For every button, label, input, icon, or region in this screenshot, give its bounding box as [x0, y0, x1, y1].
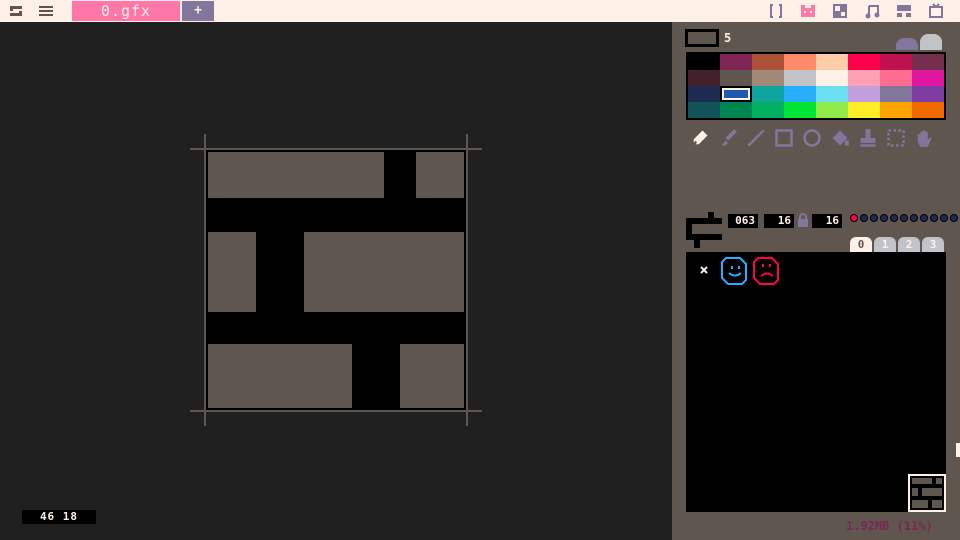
sprite-flag-6[interactable]	[910, 214, 918, 222]
palette-swatch[interactable]	[912, 86, 944, 102]
rectangle-icon[interactable]	[774, 128, 794, 148]
happy-face-sprite-icon[interactable]	[720, 254, 752, 286]
palette-swatch[interactable]	[720, 102, 752, 118]
palette-swatch[interactable]	[752, 70, 784, 86]
palette-swatch[interactable]	[688, 70, 720, 86]
sprite-flag-3[interactable]	[880, 214, 888, 222]
palette-swatch[interactable]	[688, 102, 720, 118]
sprite-flag-4[interactable]	[890, 214, 898, 222]
sprite-sheet[interactable]	[686, 252, 946, 512]
scroll-handle[interactable]	[955, 442, 960, 458]
palette-swatch[interactable]	[912, 70, 944, 86]
brush-icon[interactable]	[718, 128, 738, 148]
palette-swatch[interactable]	[752, 102, 784, 118]
pico-logo-icon[interactable]	[8, 3, 24, 19]
sprite-flag-8[interactable]	[930, 214, 938, 222]
palette-swatch[interactable]	[752, 86, 784, 102]
menu-icon[interactable]	[38, 3, 54, 19]
add-tab-button[interactable]: +	[182, 1, 214, 21]
sprite-flag-5[interactable]	[900, 214, 908, 222]
bank-tab-2[interactable]: 2	[898, 237, 920, 253]
canvas-tile	[304, 232, 464, 312]
palette-swatch[interactable]	[720, 70, 752, 86]
sfx-icon[interactable]	[896, 3, 912, 19]
sprite-flag-2[interactable]	[870, 214, 878, 222]
palette-swatch[interactable]	[688, 54, 720, 70]
sprite-width-field[interactable]: 16	[764, 214, 794, 228]
sprite-editor-icon[interactable]	[800, 3, 816, 19]
canvas-tile	[208, 344, 352, 408]
color-palette	[686, 52, 946, 120]
palette-swatch[interactable]	[848, 70, 880, 86]
palette-swatch[interactable]	[784, 54, 816, 70]
tool-bar	[690, 128, 946, 148]
palette-swatch[interactable]	[816, 86, 848, 102]
sprite-flag-7[interactable]	[920, 214, 928, 222]
sprite-flag-0[interactable]	[850, 214, 858, 222]
sprite-flag-1[interactable]	[860, 214, 868, 222]
sprite-canvas[interactable]	[206, 150, 466, 410]
canvas-tile	[208, 232, 256, 312]
sprite-flags	[850, 214, 960, 222]
palette-swatch[interactable]	[912, 102, 944, 118]
palette-swatch[interactable]	[720, 54, 752, 70]
current-color-swatch	[685, 29, 719, 47]
canvas-guide-right	[466, 134, 468, 426]
bank-tab-3[interactable]: 3	[922, 237, 944, 253]
sprite-thumbnail	[908, 474, 946, 512]
palette-swatch[interactable]	[912, 54, 944, 70]
bank-tab-0[interactable]: 0	[850, 237, 872, 253]
palette-swatch[interactable]	[816, 54, 848, 70]
canvas-tile	[208, 152, 384, 198]
sprite-flag-10[interactable]	[950, 214, 958, 222]
close-icon	[700, 266, 708, 274]
line-icon[interactable]	[746, 128, 766, 148]
music-icon[interactable]	[864, 3, 880, 19]
stamp-icon[interactable]	[858, 128, 878, 148]
palette-swatch[interactable]	[720, 86, 752, 102]
sprite-size-icon[interactable]	[686, 212, 722, 248]
sprite-flag-9[interactable]	[940, 214, 948, 222]
circle-icon[interactable]	[802, 128, 822, 148]
palette-swatch[interactable]	[784, 102, 816, 118]
palette-swatch[interactable]	[688, 86, 720, 102]
cursor-coordinates: 46 18	[22, 510, 96, 524]
sad-face-sprite-icon[interactable]	[752, 254, 784, 286]
pencil-icon[interactable]	[690, 128, 710, 148]
palette-swatch[interactable]	[848, 54, 880, 70]
palette-swatch[interactable]	[784, 86, 816, 102]
memory-usage: 1.92MB (11%)	[846, 519, 933, 533]
pan-icon[interactable]	[914, 128, 934, 148]
palette-swatch[interactable]	[848, 102, 880, 118]
fill-icon[interactable]	[830, 128, 850, 148]
palette-swatch[interactable]	[880, 102, 912, 118]
tab-file[interactable]: 0.gfx	[72, 1, 180, 21]
palette-swatch[interactable]	[880, 70, 912, 86]
palette-swatch[interactable]	[848, 86, 880, 102]
palette-swatch[interactable]	[816, 102, 848, 118]
lock-icon[interactable]	[797, 213, 809, 227]
palette-swatch[interactable]	[880, 54, 912, 70]
screen-icon[interactable]	[928, 3, 944, 19]
palette-swatch[interactable]	[816, 70, 848, 86]
sprite-height-field[interactable]: 16	[812, 214, 842, 228]
select-icon[interactable]	[886, 128, 906, 148]
sprite-id-field[interactable]: 063	[728, 214, 758, 228]
canvas-tile	[416, 152, 464, 198]
palette-swatch[interactable]	[784, 70, 816, 86]
current-color-index: 5	[724, 31, 732, 45]
sprite-thumbnail-preview	[912, 478, 942, 508]
palette-swatch[interactable]	[880, 86, 912, 102]
palette-tab-secondary[interactable]	[920, 34, 942, 50]
code-icon[interactable]	[768, 3, 784, 19]
canvas-tile	[400, 344, 464, 408]
bank-tab-1[interactable]: 1	[874, 237, 896, 253]
map-editor-icon[interactable]	[832, 3, 848, 19]
palette-tab-primary[interactable]	[896, 38, 918, 50]
palette-swatch[interactable]	[752, 54, 784, 70]
canvas-guide-bottom	[190, 410, 482, 412]
